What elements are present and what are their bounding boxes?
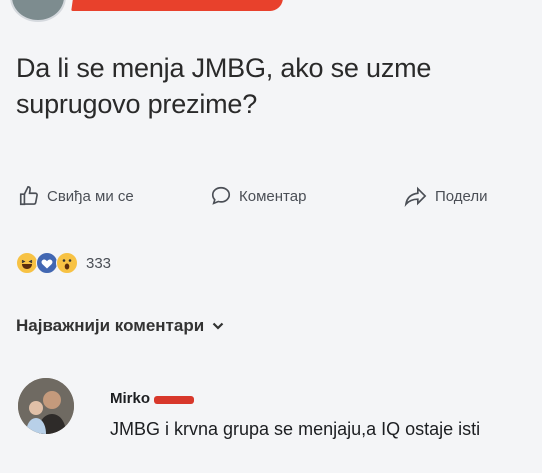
comment-button[interactable]: Коментар	[210, 185, 306, 207]
post-header	[0, 0, 542, 22]
share-label: Подели	[435, 187, 488, 205]
share-arrow-icon	[404, 185, 428, 207]
comments-filter-dropdown[interactable]: Најважнији коментари	[16, 316, 224, 336]
wow-reaction-icon	[56, 252, 78, 274]
comment-author-row: Mirko	[110, 390, 195, 407]
commenter-avatar[interactable]	[18, 378, 74, 434]
like-label: Свиђа ми се	[47, 187, 134, 205]
comment-item: Mirko JMBG i krvna grupa se menjaju,a IQ…	[18, 378, 528, 468]
comment-text: JMBG i krvna grupa se menjaju,a IQ ostaj…	[110, 419, 481, 439]
love-reaction-icon	[36, 252, 58, 274]
poster-avatar[interactable]	[10, 0, 66, 22]
thumbs-up-icon	[18, 185, 40, 207]
chevron-down-icon	[212, 316, 224, 336]
comment-bubble-icon	[210, 185, 232, 207]
post-actions-bar: Свиђа ми се Коментар Подели	[0, 185, 542, 219]
reactions-summary[interactable]: 333	[16, 252, 111, 274]
post-text: Da li se menja JMBG, ako se uzme suprugo…	[16, 53, 432, 119]
haha-reaction-icon	[16, 252, 38, 274]
reaction-count: 333	[86, 254, 112, 272]
author-surname-redaction	[154, 395, 195, 404]
comment-label: Коментар	[239, 187, 307, 205]
share-button[interactable]: Подели	[404, 185, 488, 207]
redaction-mark	[71, 0, 283, 11]
like-button[interactable]: Свиђа ми се	[18, 185, 134, 207]
comments-filter-label: Најважнији коментари	[16, 316, 205, 335]
comment-author[interactable]: Mirko	[110, 390, 150, 407]
